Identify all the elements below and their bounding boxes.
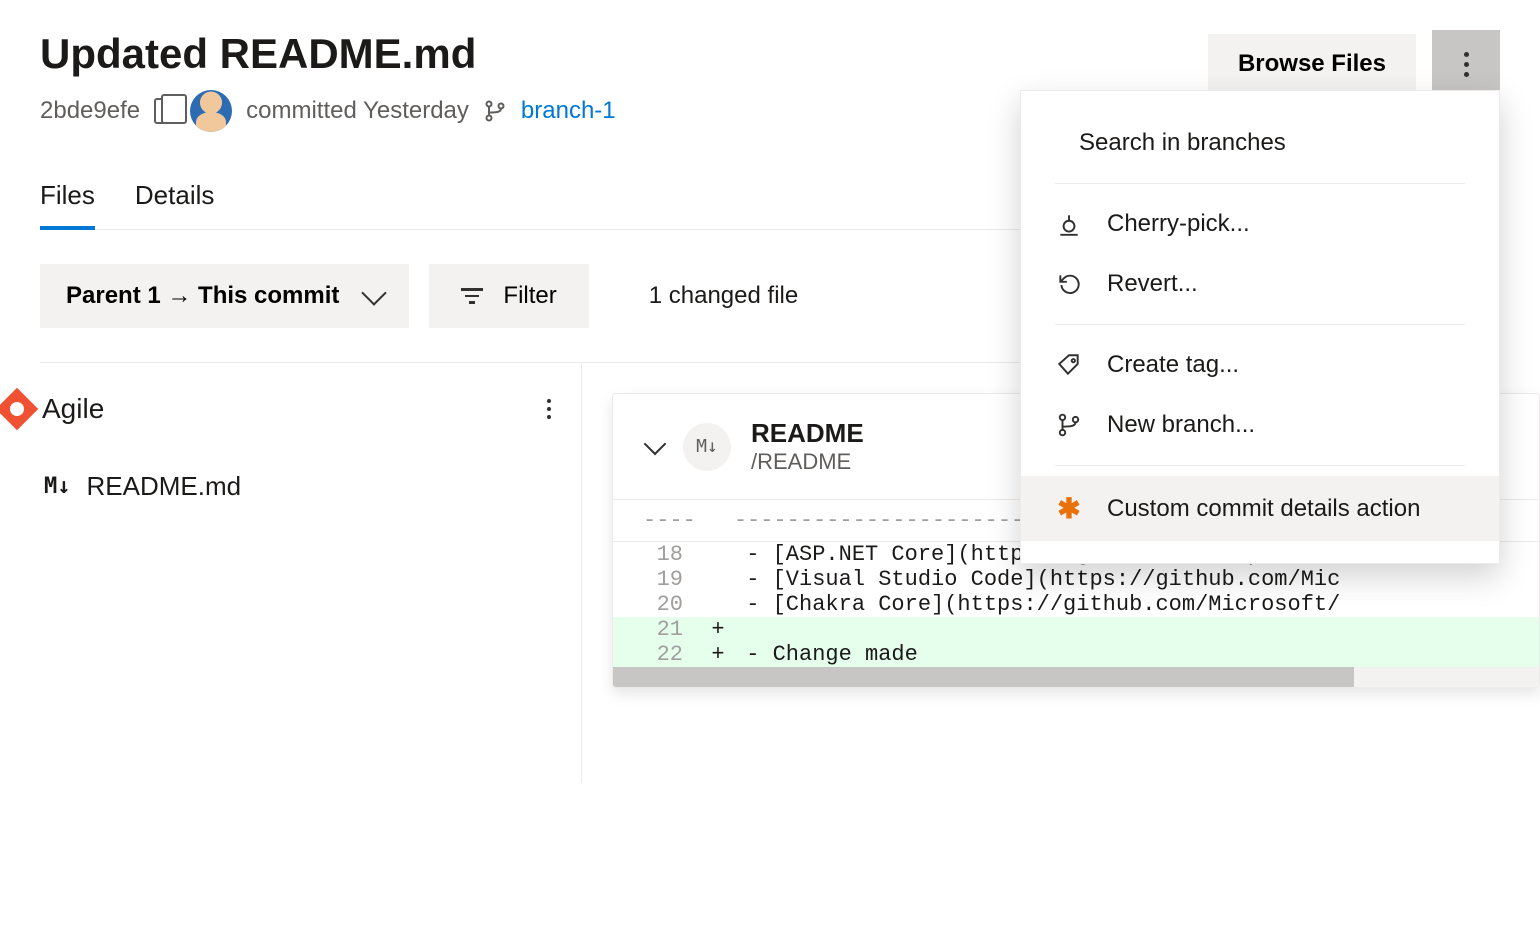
revert-icon xyxy=(1055,271,1083,297)
diff-code: - Change made xyxy=(733,642,1539,667)
tab-files[interactable]: Files xyxy=(40,180,95,229)
diff-op xyxy=(703,542,733,567)
collapse-chevron-icon[interactable] xyxy=(644,432,667,455)
line-number: 20 xyxy=(613,592,703,617)
changed-files-count: 1 changed file xyxy=(649,282,798,310)
branch-icon xyxy=(483,99,507,123)
cherry-pick-icon xyxy=(1055,211,1083,237)
tree-item-label: README.md xyxy=(87,471,242,502)
diff-op: + xyxy=(703,617,733,642)
avatar xyxy=(190,90,232,132)
diff-code xyxy=(733,617,1539,642)
file-title: README xyxy=(751,418,864,449)
tree-root-name: Agile xyxy=(42,393,104,425)
menu-separator xyxy=(1055,183,1465,184)
git-icon xyxy=(0,388,38,430)
diff-op: + xyxy=(703,642,733,667)
diff-code: - [Chakra Core](https://github.com/Micro… xyxy=(733,592,1539,617)
menu-search-branches[interactable]: Search in branches xyxy=(1021,113,1499,173)
diff-line: 19 - [Visual Studio Code](https://github… xyxy=(613,567,1539,592)
filter-button[interactable]: Filter xyxy=(429,264,588,328)
tab-details[interactable]: Details xyxy=(135,180,214,229)
menu-separator xyxy=(1055,324,1465,325)
more-actions-menu: Search in branches Cherry-pick... Revert… xyxy=(1020,90,1500,564)
diff-op xyxy=(703,592,733,617)
branch-link[interactable]: branch-1 xyxy=(521,97,616,125)
browse-files-button[interactable]: Browse Files xyxy=(1208,34,1416,94)
more-icon xyxy=(1432,52,1500,77)
menu-separator xyxy=(1055,465,1465,466)
menu-new-branch[interactable]: New branch... xyxy=(1021,395,1499,455)
markdown-icon: M↓ xyxy=(44,474,71,499)
menu-create-tag[interactable]: Create tag... xyxy=(1021,335,1499,395)
file-tree: Agile M↓ README.md xyxy=(0,363,582,783)
diff-line: 22+ - Change made xyxy=(613,642,1539,667)
line-number: 21 xyxy=(613,617,703,642)
line-number: 22 xyxy=(613,642,703,667)
menu-revert[interactable]: Revert... xyxy=(1021,254,1499,314)
horizontal-scrollbar[interactable] xyxy=(613,667,1539,687)
commit-title: Updated README.md xyxy=(40,30,616,78)
filter-icon xyxy=(461,288,483,304)
asterisk-icon: ✱ xyxy=(1055,492,1083,525)
branch-icon xyxy=(1055,412,1083,438)
copy-icon[interactable] xyxy=(154,98,176,124)
tree-more-button[interactable] xyxy=(547,399,551,419)
line-number: 19 xyxy=(613,567,703,592)
diff-line: 21+ xyxy=(613,617,1539,642)
scrollbar-thumb[interactable] xyxy=(613,667,1354,687)
more-actions-button[interactable] xyxy=(1432,30,1500,98)
line-number: 18 xyxy=(613,542,703,567)
commit-hash: 2bde9efe xyxy=(40,97,140,125)
markdown-badge-icon: M↓ xyxy=(683,423,731,471)
compare-dropdown[interactable]: Parent 1 → This commit xyxy=(40,264,409,328)
file-path: /README xyxy=(751,449,864,475)
tag-icon xyxy=(1055,352,1083,378)
tree-item[interactable]: M↓ README.md xyxy=(0,431,581,502)
committed-label: committed Yesterday xyxy=(246,97,469,125)
diff-op xyxy=(703,567,733,592)
diff-code: - [Visual Studio Code](https://github.co… xyxy=(733,567,1539,592)
chevron-down-icon xyxy=(362,280,387,305)
menu-custom-action[interactable]: ✱ Custom commit details action xyxy=(1021,476,1499,541)
menu-cherry-pick[interactable]: Cherry-pick... xyxy=(1021,194,1499,254)
diff-line: 20 - [Chakra Core](https://github.com/Mi… xyxy=(613,592,1539,617)
